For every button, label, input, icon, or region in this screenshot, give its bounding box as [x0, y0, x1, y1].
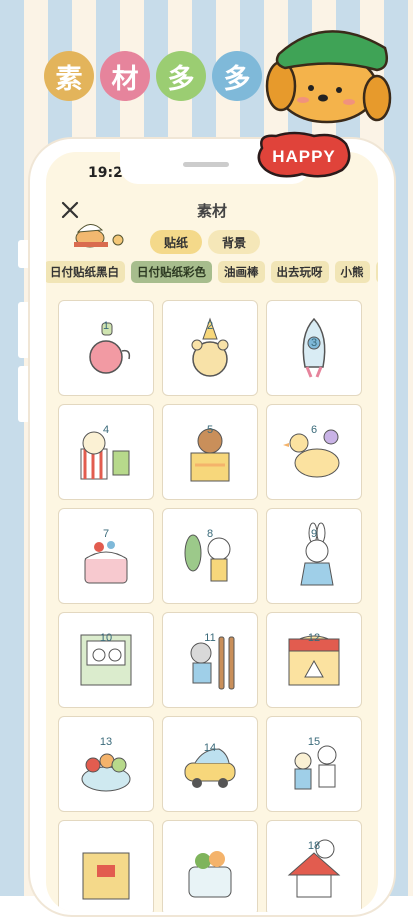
category-tab[interactable]: 油画棒	[218, 261, 265, 283]
chef-mascot-icon	[74, 224, 124, 248]
house-sticker[interactable]: 18	[266, 820, 362, 912]
bear-gift-box-sticker-icon: 5	[190, 424, 230, 482]
sticker-number: 13	[100, 736, 112, 748]
sticker-number: 8	[207, 528, 213, 540]
sticker-grid: 1 2 3 4 5 6 7 8 9 10 11 12 13 14 15 18	[58, 300, 362, 912]
yellow-car-sticker-icon: 14	[184, 742, 236, 788]
plant-jar-sticker[interactable]	[162, 820, 258, 912]
happy-badge-text: HAPPY	[272, 147, 336, 166]
bunny-girl-sticker-icon: 9	[300, 522, 334, 586]
sticker-number: 6	[311, 424, 317, 436]
cake-sticker[interactable]: 7	[58, 508, 154, 604]
sticker-number: 1	[103, 320, 109, 332]
fruit-basket-sticker-icon: 13	[81, 736, 131, 792]
sticker-number: 11	[204, 632, 215, 644]
category-tab[interactable]: 小熊	[334, 261, 370, 283]
stamp-cup-sticker-icon	[82, 852, 130, 900]
mouse-sticker[interactable]: 11	[162, 612, 258, 708]
phone-side-button	[18, 302, 28, 358]
promo-bubble: 多	[156, 51, 206, 101]
girl-tree-sticker-icon: 8	[184, 528, 231, 582]
sticker-number: 15	[308, 736, 320, 748]
happy-badge: HAPPY	[257, 131, 351, 178]
dog-mascot-illustration	[265, 30, 392, 124]
segment-stickers[interactable]: 贴纸	[150, 230, 203, 254]
sticker-number: 14	[204, 742, 216, 754]
onigiri-calendar-sticker-icon: 12	[288, 632, 340, 686]
teapot-sticker-icon: 1	[89, 320, 131, 374]
plant-jar-sticker-icon	[188, 851, 232, 898]
bear-gift-box-sticker[interactable]: 5	[162, 404, 258, 500]
rocket-sticker[interactable]: 3	[266, 300, 362, 396]
stamp-cup-sticker[interactable]	[58, 820, 154, 912]
app-screen: 19:25 素材 贴纸背景 日付贴纸黑白日付贴纸彩色油画棒出去玩呀小熊易 123…	[46, 152, 378, 912]
category-tab[interactable]: 出去玩呀	[270, 261, 329, 283]
phone-side-button	[18, 240, 28, 268]
sticker-number: 2	[207, 320, 213, 332]
girl-tree-sticker[interactable]: 8	[162, 508, 258, 604]
popcorn-drink-sticker-icon: 4	[80, 424, 130, 480]
promo-bubble: 材	[100, 51, 150, 101]
category-tab[interactable]: 日付贴纸彩色	[131, 261, 212, 283]
phone-side-button	[18, 366, 28, 422]
promo-bubble: 素	[44, 51, 94, 101]
onigiri-calendar-sticker[interactable]: 12	[266, 612, 362, 708]
yellow-car-sticker[interactable]: 14	[162, 716, 258, 812]
sticker-number: 10	[100, 632, 112, 644]
boy-puppy-sticker-icon: 15	[294, 736, 337, 790]
sticker-number: 5	[207, 424, 213, 436]
promo-bubble: 多	[212, 51, 262, 101]
teapot-sticker[interactable]: 1	[58, 300, 154, 396]
bunny-girl-sticker[interactable]: 9	[266, 508, 362, 604]
page-title: 素材	[196, 202, 227, 220]
segment-backgrounds[interactable]: 背景	[208, 230, 261, 254]
boy-puppy-sticker[interactable]: 15	[266, 716, 362, 812]
party-bear-sticker-icon: 2	[191, 317, 229, 377]
sticker-background-switch: 贴纸 背景	[150, 230, 261, 254]
sticker-number: 9	[311, 528, 317, 540]
fruit-basket-sticker[interactable]: 13	[58, 716, 154, 812]
sticker-number: 3	[311, 337, 317, 349]
mouse-sticker-icon: 11	[190, 632, 235, 690]
popcorn-drink-sticker[interactable]: 4	[58, 404, 154, 500]
promo-title: 素材多多	[44, 51, 262, 101]
rocket-sticker-icon: 3	[302, 317, 326, 378]
bunny-puppy-frame-sticker-icon: 10	[80, 632, 132, 686]
category-tab[interactable]: 日付贴纸黑白	[46, 261, 125, 283]
cake-sticker-icon: 7	[84, 528, 128, 584]
sticker-number: 7	[103, 528, 109, 540]
duck-sticker[interactable]: 6	[266, 404, 362, 500]
category-tab[interactable]: 易	[375, 261, 378, 283]
bunny-puppy-frame-sticker[interactable]: 10	[58, 612, 154, 708]
house-sticker-icon: 18	[287, 839, 341, 898]
party-bear-sticker[interactable]: 2	[162, 300, 258, 396]
category-tabs: 日付贴纸黑白日付贴纸彩色油画棒出去玩呀小熊易	[46, 261, 378, 283]
sticker-number: 18	[308, 840, 320, 852]
duck-sticker-icon: 6	[283, 424, 340, 478]
sticker-number: 12	[308, 632, 320, 644]
sticker-number: 4	[103, 424, 109, 436]
